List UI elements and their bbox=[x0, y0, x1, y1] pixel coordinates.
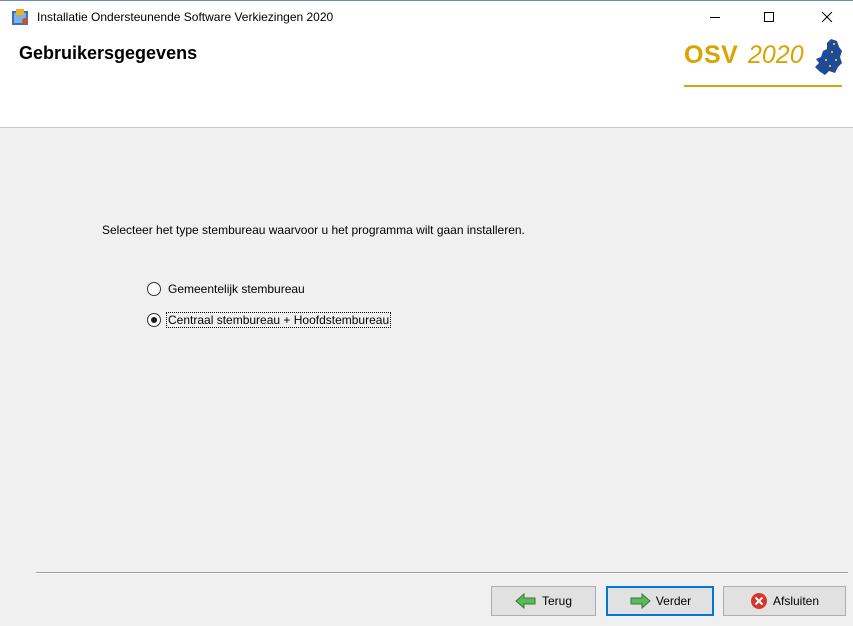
osv-logo: OSV 2020 bbox=[684, 37, 844, 87]
close-circle-icon bbox=[750, 593, 767, 609]
minimize-button[interactable] bbox=[692, 1, 738, 33]
maximize-button[interactable] bbox=[746, 1, 792, 33]
maximize-icon bbox=[764, 12, 774, 22]
radio-button-unchecked[interactable] bbox=[147, 282, 161, 296]
back-button[interactable]: Terug bbox=[491, 586, 596, 616]
instruction-text: Selecteer het type stembureau waarvoor u… bbox=[102, 223, 525, 237]
installer-app-icon bbox=[12, 9, 28, 25]
window-title: Installatie Ondersteunende Software Verk… bbox=[37, 10, 334, 24]
wizard-header: Gebruikersgegevens OSV 2020 bbox=[0, 33, 853, 128]
page-title: Gebruikersgegevens bbox=[19, 43, 198, 63]
arrow-right-icon bbox=[630, 593, 651, 609]
option-gemeentelijk-stembureau[interactable]: Gemeentelijk stembureau bbox=[147, 280, 306, 298]
logo-year-text: 2020 bbox=[748, 41, 804, 69]
logo-osv-text: OSV bbox=[684, 41, 739, 69]
exit-button-label: Afsluiten bbox=[772, 594, 820, 608]
option-label[interactable]: Centraal stembureau + Hoofdstembureau bbox=[165, 312, 392, 328]
footer-separator bbox=[36, 572, 848, 574]
option-centraal-hoofdstembureau[interactable]: Centraal stembureau + Hoofdstembureau bbox=[147, 311, 392, 329]
logo-underline bbox=[684, 85, 842, 87]
netherlands-map-icon bbox=[815, 39, 842, 75]
radio-button-checked[interactable] bbox=[147, 313, 161, 327]
option-label[interactable]: Gemeentelijk stembureau bbox=[167, 282, 306, 296]
back-button-label: Terug bbox=[541, 594, 573, 608]
minimize-icon bbox=[710, 17, 720, 18]
installer-window: Installatie Ondersteunende Software Verk… bbox=[0, 0, 853, 626]
next-button-label: Verder bbox=[655, 594, 692, 608]
close-window-button[interactable] bbox=[804, 1, 850, 33]
close-icon bbox=[821, 11, 833, 23]
title-bar[interactable]: Installatie Ondersteunende Software Verk… bbox=[0, 1, 853, 33]
arrow-left-icon bbox=[515, 593, 536, 609]
exit-button[interactable]: Afsluiten bbox=[723, 586, 846, 616]
next-button[interactable]: Verder bbox=[606, 586, 714, 616]
